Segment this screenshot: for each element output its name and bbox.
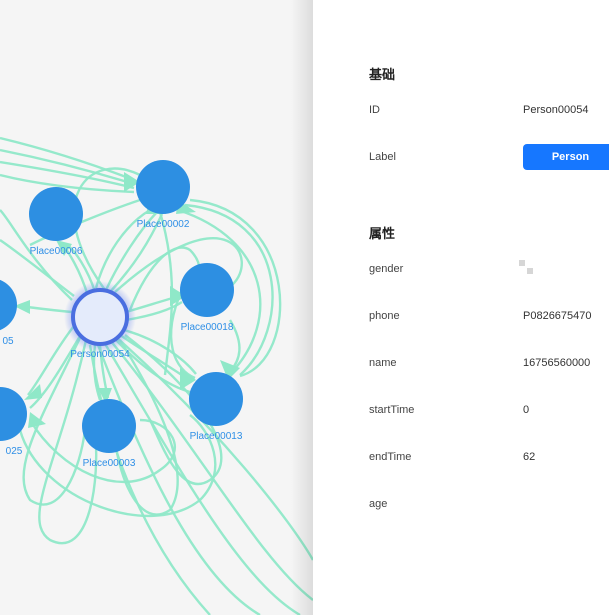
age-key: age	[369, 498, 388, 510]
detail-panel: 基础 ID Person00054 Label Person 属性 gender…	[313, 0, 609, 615]
graph-node-place00002[interactable]	[136, 160, 190, 214]
graph-node-partial-05[interactable]	[0, 278, 17, 332]
endtime-value: 62	[523, 451, 536, 463]
endtime-key: endTime	[369, 451, 412, 463]
phone-key: phone	[369, 310, 400, 322]
gender-key: gender	[369, 263, 404, 275]
attr-section-title: 属性	[369, 226, 396, 241]
label-key: Label	[369, 151, 396, 163]
graph-svg[interactable]: Place00002 Place00006 Place00018 Place00…	[0, 0, 313, 615]
node-label-place00018: Place00018	[181, 322, 234, 333]
node-label-place00013: Place00013	[190, 431, 243, 442]
phone-value: P0826675470	[523, 310, 592, 322]
node-label-partial-025: 025	[6, 446, 23, 457]
graph-node-person00054[interactable]	[71, 288, 129, 346]
node-label-place00006: Place00006	[30, 246, 83, 257]
graph-node-place00006[interactable]	[29, 187, 83, 241]
label-tag-person: Person	[523, 144, 609, 170]
graph-edge	[123, 328, 197, 375]
broken-image-icon	[519, 260, 533, 274]
graph-node-place00018[interactable]	[180, 263, 234, 317]
starttime-value: 0	[523, 404, 530, 416]
id-key: ID	[369, 104, 380, 116]
name-value: 16756560000	[523, 357, 591, 369]
node-label-person00054: Person00054	[70, 349, 130, 360]
graph-node-place00003[interactable]	[82, 399, 136, 453]
node-label-place00003: Place00003	[83, 458, 136, 469]
node-label-partial-05: 05	[2, 336, 14, 347]
graph-canvas[interactable]: Place00002 Place00006 Place00018 Place00…	[0, 0, 313, 615]
graph-node-partial-025[interactable]	[0, 387, 27, 441]
starttime-key: startTime	[369, 404, 415, 416]
basic-section-title: 基础	[369, 67, 396, 82]
graph-edge	[114, 335, 313, 561]
graph-node-place00013[interactable]	[189, 372, 243, 426]
id-value: Person00054	[523, 104, 589, 116]
name-key: name	[369, 357, 397, 369]
node-label-place00002: Place00002	[137, 219, 190, 230]
